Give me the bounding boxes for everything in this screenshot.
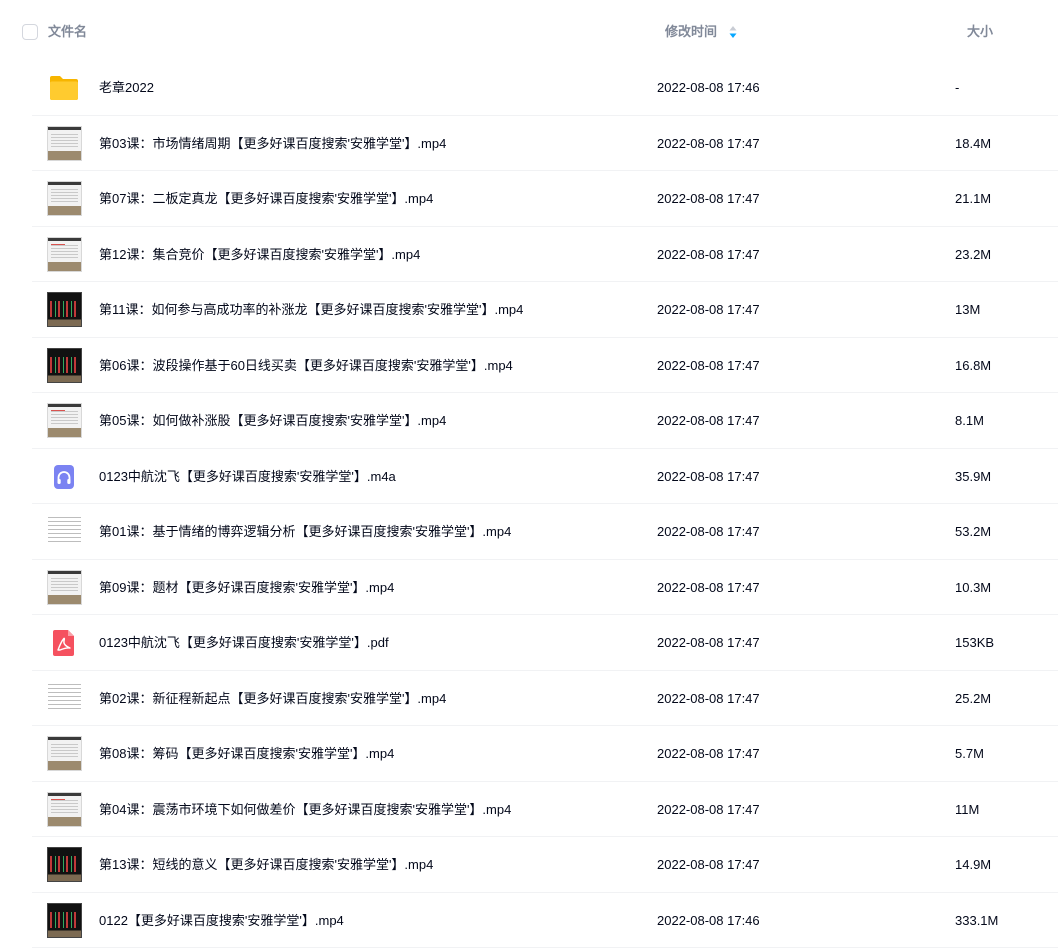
file-row[interactable]: 第08课：筹码【更多好课百度搜索'安雅学堂'】.mp4 2022-08-08 17… bbox=[0, 726, 1058, 782]
file-size: 53.2M bbox=[955, 523, 991, 540]
audio-icon bbox=[47, 460, 81, 494]
file-size: 35.9M bbox=[955, 468, 991, 485]
file-name[interactable]: 第09课：题材【更多好课百度搜索'安雅学堂'】.mp4 bbox=[99, 579, 394, 596]
file-size: 14.9M bbox=[955, 856, 991, 873]
select-all-checkbox[interactable] bbox=[22, 24, 38, 40]
file-row[interactable]: 第02课：新征程新起点【更多好课百度搜索'安雅学堂'】.mp4 2022-08-0… bbox=[0, 671, 1058, 727]
file-size: 10.3M bbox=[955, 579, 991, 596]
file-name[interactable]: 0122【更多好课百度搜索'安雅学堂'】.mp4 bbox=[99, 912, 344, 929]
file-name[interactable]: 0123中航沈飞【更多好课百度搜索'安雅学堂'】.m4a bbox=[99, 468, 396, 485]
file-modified-time: 2022-08-08 17:47 bbox=[657, 801, 760, 818]
file-row[interactable]: 第05课：如何做补涨股【更多好课百度搜索'安雅学堂'】.mp4 2022-08-0… bbox=[0, 393, 1058, 449]
file-size: 333.1M bbox=[955, 912, 998, 929]
file-list-header: 文件名 修改时间 大小 bbox=[0, 0, 1058, 60]
file-name[interactable]: 第01课：基于情绪的博弈逻辑分析【更多好课百度搜索'安雅学堂'】.mp4 bbox=[99, 523, 511, 540]
file-modified-time: 2022-08-08 17:47 bbox=[657, 190, 760, 207]
file-row[interactable]: 第11课：如何参与高成功率的补涨龙【更多好课百度搜索'安雅学堂'】.mp4 202… bbox=[0, 282, 1058, 338]
column-header-modified-time[interactable]: 修改时间 bbox=[665, 24, 717, 40]
file-modified-time: 2022-08-08 17:47 bbox=[657, 301, 760, 318]
file-name[interactable]: 第13课：短线的意义【更多好课百度搜索'安雅学堂'】.mp4 bbox=[99, 856, 433, 873]
video-thumbnail bbox=[47, 348, 82, 383]
file-row[interactable]: 第03课：市场情绪周期【更多好课百度搜索'安雅学堂'】.mp4 2022-08-0… bbox=[0, 116, 1058, 172]
file-modified-time: 2022-08-08 17:47 bbox=[657, 246, 760, 263]
file-size: 13M bbox=[955, 301, 980, 318]
file-size: - bbox=[955, 79, 959, 96]
file-row[interactable]: 0122【更多好课百度搜索'安雅学堂'】.mp4 2022-08-08 17:46… bbox=[0, 893, 1058, 948]
file-modified-time: 2022-08-08 17:47 bbox=[657, 468, 760, 485]
file-modified-time: 2022-08-08 17:47 bbox=[657, 634, 760, 651]
file-size: 18.4M bbox=[955, 135, 991, 152]
column-header-size[interactable]: 大小 bbox=[967, 24, 993, 40]
file-modified-time: 2022-08-08 17:47 bbox=[657, 579, 760, 596]
file-row[interactable]: 0123中航沈飞【更多好课百度搜索'安雅学堂'】.pdf 2022-08-08 1… bbox=[0, 615, 1058, 671]
file-modified-time: 2022-08-08 17:47 bbox=[657, 690, 760, 707]
video-thumbnail bbox=[47, 903, 82, 938]
folder-icon bbox=[47, 71, 81, 105]
file-size: 153KB bbox=[955, 634, 994, 651]
file-size: 11M bbox=[955, 801, 979, 818]
file-name[interactable]: 第07课：二板定真龙【更多好课百度搜索'安雅学堂'】.mp4 bbox=[99, 190, 433, 207]
file-row[interactable]: 第12课：集合竞价【更多好课百度搜索'安雅学堂'】.mp4 2022-08-08 … bbox=[0, 227, 1058, 283]
file-name[interactable]: 第05课：如何做补涨股【更多好课百度搜索'安雅学堂'】.mp4 bbox=[99, 412, 446, 429]
file-name[interactable]: 第04课：震荡市环境下如何做差价【更多好课百度搜索'安雅学堂'】.mp4 bbox=[99, 801, 511, 818]
file-size: 16.8M bbox=[955, 357, 991, 374]
video-thumbnail bbox=[47, 181, 82, 216]
file-modified-time: 2022-08-08 17:47 bbox=[657, 856, 760, 873]
video-thumbnail bbox=[47, 681, 82, 716]
file-name[interactable]: 第06课：波段操作基于60日线买卖【更多好课百度搜索'安雅学堂'】.mp4 bbox=[99, 357, 513, 374]
file-name[interactable]: 老章2022 bbox=[99, 79, 154, 96]
file-name[interactable]: 第02课：新征程新起点【更多好课百度搜索'安雅学堂'】.mp4 bbox=[99, 690, 446, 707]
file-name[interactable]: 第08课：筹码【更多好课百度搜索'安雅学堂'】.mp4 bbox=[99, 745, 394, 762]
file-row[interactable]: 0123中航沈飞【更多好课百度搜索'安雅学堂'】.m4a 2022-08-08 1… bbox=[0, 449, 1058, 505]
column-header-name[interactable]: 文件名 bbox=[48, 24, 87, 40]
file-size: 25.2M bbox=[955, 690, 991, 707]
file-size: 23.2M bbox=[955, 246, 991, 263]
file-row[interactable]: 第07课：二板定真龙【更多好课百度搜索'安雅学堂'】.mp4 2022-08-08… bbox=[0, 171, 1058, 227]
file-row[interactable]: 第06课：波段操作基于60日线买卖【更多好课百度搜索'安雅学堂'】.mp4 202… bbox=[0, 338, 1058, 394]
file-modified-time: 2022-08-08 17:46 bbox=[657, 912, 760, 929]
video-thumbnail bbox=[47, 570, 82, 605]
file-name[interactable]: 第03课：市场情绪周期【更多好课百度搜索'安雅学堂'】.mp4 bbox=[99, 135, 446, 152]
sort-icon[interactable] bbox=[728, 25, 738, 39]
file-name[interactable]: 第11课：如何参与高成功率的补涨龙【更多好课百度搜索'安雅学堂'】.mp4 bbox=[99, 301, 523, 318]
file-row[interactable]: 第04课：震荡市环境下如何做差价【更多好课百度搜索'安雅学堂'】.mp4 2022… bbox=[0, 782, 1058, 838]
video-thumbnail bbox=[47, 403, 82, 438]
video-thumbnail bbox=[47, 847, 82, 882]
file-row[interactable]: 第01课：基于情绪的博弈逻辑分析【更多好课百度搜索'安雅学堂'】.mp4 2022… bbox=[0, 504, 1058, 560]
file-size: 8.1M bbox=[955, 412, 984, 429]
file-modified-time: 2022-08-08 17:46 bbox=[657, 79, 760, 96]
video-thumbnail bbox=[47, 736, 82, 771]
file-size: 5.7M bbox=[955, 745, 984, 762]
file-row[interactable]: 老章2022 2022-08-08 17:46 - bbox=[0, 60, 1058, 116]
file-row[interactable]: 第13课：短线的意义【更多好课百度搜索'安雅学堂'】.mp4 2022-08-08… bbox=[0, 837, 1058, 893]
file-modified-time: 2022-08-08 17:47 bbox=[657, 412, 760, 429]
file-name[interactable]: 第12课：集合竞价【更多好课百度搜索'安雅学堂'】.mp4 bbox=[99, 246, 420, 263]
video-thumbnail bbox=[47, 292, 82, 327]
video-thumbnail bbox=[47, 237, 82, 272]
file-row[interactable]: 第09课：题材【更多好课百度搜索'安雅学堂'】.mp4 2022-08-08 17… bbox=[0, 560, 1058, 616]
pdf-icon bbox=[47, 626, 81, 660]
file-name[interactable]: 0123中航沈飞【更多好课百度搜索'安雅学堂'】.pdf bbox=[99, 634, 389, 651]
file-modified-time: 2022-08-08 17:47 bbox=[657, 523, 760, 540]
video-thumbnail bbox=[47, 792, 82, 827]
file-size: 21.1M bbox=[955, 190, 991, 207]
file-modified-time: 2022-08-08 17:47 bbox=[657, 357, 760, 374]
file-modified-time: 2022-08-08 17:47 bbox=[657, 745, 760, 762]
file-modified-time: 2022-08-08 17:47 bbox=[657, 135, 760, 152]
video-thumbnail bbox=[47, 514, 82, 549]
video-thumbnail bbox=[47, 126, 82, 161]
